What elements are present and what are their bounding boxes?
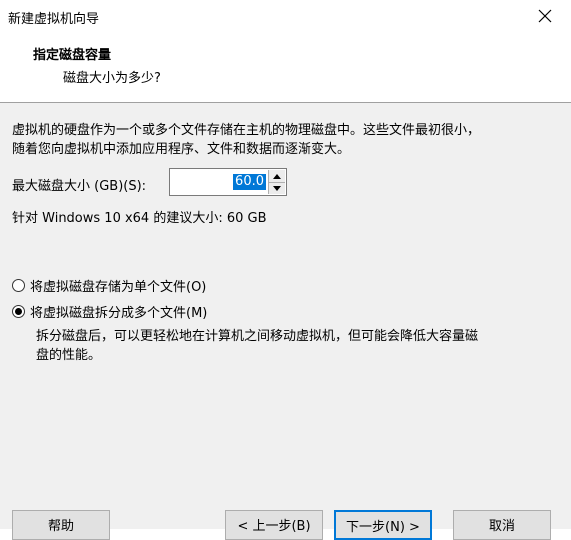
wizard-header: 指定磁盘容量 磁盘大小为多少? (0, 34, 571, 103)
decrement-button[interactable] (269, 182, 285, 194)
help-button[interactable]: 帮助 (12, 510, 110, 540)
page-subtitle: 磁盘大小为多少? (63, 71, 161, 86)
disk-size-input[interactable]: 60.0 (169, 168, 287, 196)
recommended-size-text: 针对 Windows 10 x64 的建议大小: 60 GB (12, 211, 267, 226)
wizard-content: 虚拟机的硬盘作为一个或多个文件存储在主机的物理磁盘中。这些文件最初很小， 随着您… (0, 103, 571, 493)
back-button[interactable]: < 上一步(B) (225, 510, 323, 540)
disk-size-stepper[interactable] (268, 170, 285, 194)
description-line: 拆分磁盘后，可以更轻松地在计算机之间移动虚拟机，但可能会降低大容量磁 (36, 329, 479, 344)
radio-button[interactable] (12, 305, 25, 318)
disk-size-value[interactable]: 60.0 (233, 174, 266, 190)
title-bar: 新建虚拟机向导 (0, 0, 571, 34)
radio-button[interactable] (12, 279, 25, 292)
radio-multiple-files[interactable]: 将虚拟磁盘拆分成多个文件(M) (12, 302, 207, 321)
radio-label[interactable]: 将虚拟磁盘拆分成多个文件(M) (30, 302, 207, 321)
description-line: 盘的性能。 (36, 348, 102, 363)
chevron-down-icon (273, 186, 281, 191)
wizard-footer: 帮助 < 上一步(B) 下一步(N) > 取消 (0, 493, 571, 540)
split-description: 拆分磁盘后，可以更轻松地在计算机之间移动虚拟机，但可能会降低大容量磁 盘的性能。 (36, 327, 551, 365)
cancel-button[interactable]: 取消 (453, 510, 551, 540)
intro-line: 虚拟机的硬盘作为一个或多个文件存储在主机的物理磁盘中。这些文件最初很小， (12, 123, 481, 138)
increment-button[interactable] (269, 170, 285, 182)
radio-selected-dot (15, 308, 22, 315)
radio-label[interactable]: 将虚拟磁盘存储为单个文件(O) (30, 276, 206, 295)
chevron-up-icon (273, 173, 281, 179)
disk-size-label: 最大磁盘大小 (GB)(S): (12, 179, 147, 194)
window-title: 新建虚拟机向导 (8, 12, 100, 27)
page-title: 指定磁盘容量 (33, 48, 112, 63)
radio-single-file[interactable]: 将虚拟磁盘存储为单个文件(O) (12, 276, 206, 295)
next-button[interactable]: 下一步(N) > (334, 510, 432, 540)
intro-line: 随着您向虚拟机中添加应用程序、文件和数据而逐渐变大。 (12, 142, 351, 157)
intro-text: 虚拟机的硬盘作为一个或多个文件存储在主机的物理磁盘中。这些文件最初很小， 随着您… (12, 121, 560, 159)
close-icon[interactable] (533, 4, 557, 28)
